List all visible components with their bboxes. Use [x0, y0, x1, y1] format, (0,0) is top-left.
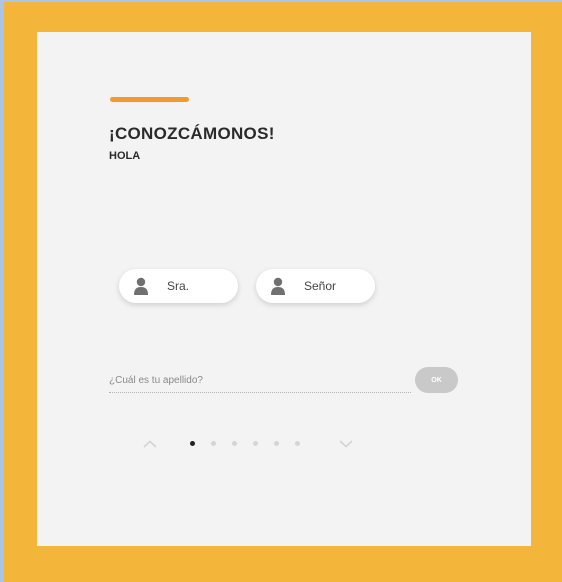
- pagination-dot-6[interactable]: [295, 441, 300, 446]
- person-silhouette-icon: [271, 277, 285, 295]
- pagination-dot-2[interactable]: [211, 441, 216, 446]
- pagination-dot-3[interactable]: [232, 441, 237, 446]
- window-edge-left: [0, 0, 4, 582]
- pagination-dots: [190, 441, 300, 447]
- accent-bar: [110, 97, 189, 102]
- pagination-dot-5[interactable]: [274, 441, 279, 446]
- chevron-up-icon[interactable]: [143, 440, 157, 448]
- form-card: ¡CONOZCÁMONOS! HOLA Sra. Señor OK: [37, 32, 531, 546]
- page-title: ¡CONOZCÁMONOS!: [109, 124, 275, 143]
- option-sra-button[interactable]: Sra.: [119, 269, 238, 303]
- window-edge-top: [0, 0, 562, 2]
- option-senor-label: Señor: [304, 279, 337, 293]
- surname-input[interactable]: [109, 370, 411, 391]
- surname-field-wrapper: [109, 370, 411, 393]
- person-silhouette-icon: [134, 277, 148, 295]
- page-subtitle: HOLA: [109, 150, 141, 162]
- pagination-dot-1[interactable]: [190, 441, 195, 446]
- option-sra-label: Sra.: [167, 279, 190, 293]
- pagination-dot-4[interactable]: [253, 441, 258, 446]
- chevron-down-icon[interactable]: [339, 440, 353, 448]
- option-senor-button[interactable]: Señor: [256, 269, 375, 303]
- ok-button[interactable]: OK: [415, 367, 458, 393]
